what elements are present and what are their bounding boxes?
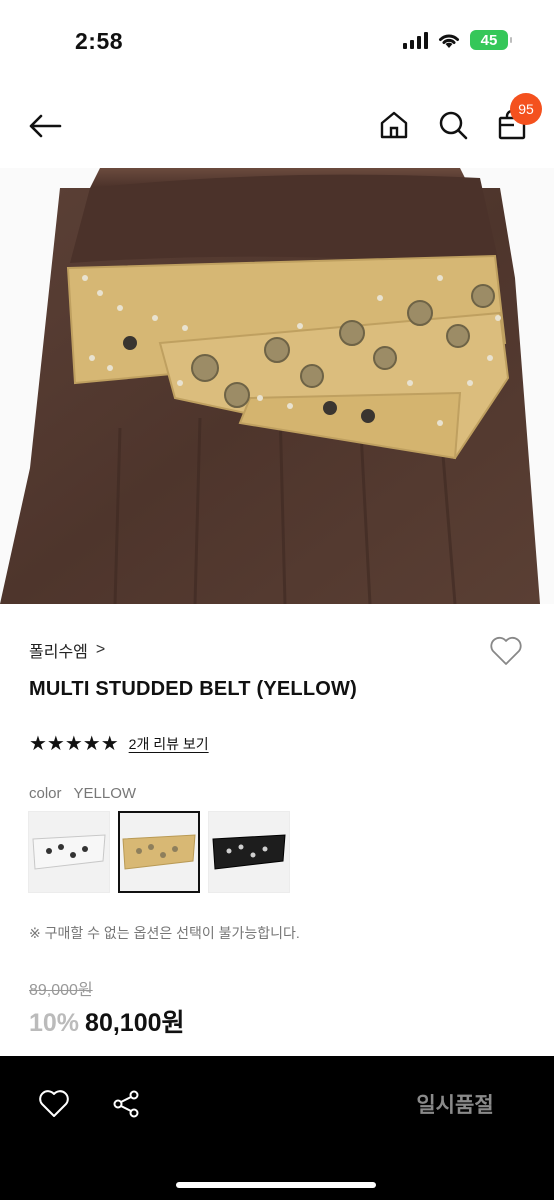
back-button[interactable] <box>22 103 68 149</box>
bottom-action-bar: 일시품절 <box>0 1056 554 1200</box>
swatch-white[interactable] <box>28 811 110 893</box>
status-icons: 45 <box>403 30 512 50</box>
yellow-belt-thumbnail <box>122 834 196 870</box>
soldout-button[interactable]: 일시품절 <box>380 1084 530 1124</box>
color-option-label: color YELLOW <box>29 785 136 802</box>
battery-level: 45 <box>480 31 498 49</box>
brand-name: 폴리수엠 <box>29 644 88 661</box>
color-label: color <box>29 785 62 802</box>
home-button[interactable] <box>374 105 414 145</box>
color-value: YELLOW <box>73 785 137 802</box>
black-belt-thumbnail <box>212 834 286 870</box>
product-image[interactable] <box>0 168 554 604</box>
app-header <box>0 85 554 165</box>
option-notice: ※ 구매할 수 없는 옵션은 선택이 불가능합니다. <box>29 925 300 941</box>
home-icon <box>380 111 408 139</box>
share-button[interactable] <box>106 1084 146 1124</box>
status-time: 2:58 <box>75 28 124 54</box>
heart-icon <box>490 636 522 665</box>
back-arrow-icon <box>29 114 62 138</box>
belt-photo <box>0 168 554 604</box>
wifi-icon <box>439 34 459 48</box>
swatch-yellow[interactable] <box>118 811 200 893</box>
status-bar: 2:58 45 <box>0 0 554 80</box>
brand-link[interactable]: 폴리수엠 > <box>29 638 105 662</box>
share-icon <box>113 1090 139 1118</box>
heart-outline-icon <box>39 1090 69 1117</box>
chevron-right-icon: > <box>95 641 106 658</box>
price-row: 10% 80,100원 <box>29 1003 185 1039</box>
color-swatches <box>28 811 290 893</box>
like-button[interactable] <box>34 1084 74 1124</box>
cart-count-badge: 95 <box>510 93 542 125</box>
rating-row: ★★★★★ 2개 리뷰 보기 <box>29 731 209 756</box>
original-price: 89,000원 <box>29 982 93 999</box>
sale-price: 80,100원 <box>85 1009 185 1037</box>
battery-icon: 45 <box>470 30 512 50</box>
rating-stars: ★★★★★ <box>29 733 119 755</box>
swatch-black[interactable] <box>208 811 290 893</box>
review-link[interactable]: 2개 리뷰 보기 <box>129 734 209 754</box>
white-belt-thumbnail <box>32 834 106 870</box>
product-title: MULTI STUDDED BELT (YELLOW) <box>29 678 357 700</box>
home-indicator <box>176 1182 376 1188</box>
signal-icon <box>403 31 428 49</box>
search-button[interactable] <box>433 105 473 145</box>
discount-rate: 10% <box>29 1009 80 1037</box>
search-icon <box>439 111 468 140</box>
wishlist-button[interactable] <box>487 632 525 670</box>
